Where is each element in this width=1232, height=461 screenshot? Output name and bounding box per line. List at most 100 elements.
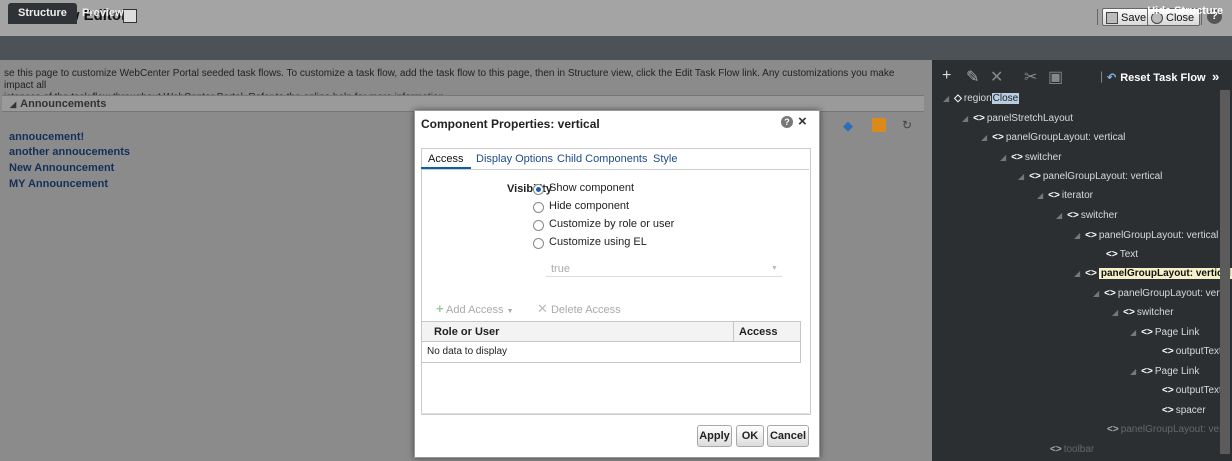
tab-style[interactable]: Style — [653, 153, 677, 165]
announcement-link[interactable]: another annoucements — [9, 146, 130, 158]
expander-icon[interactable]: ◢ — [1130, 328, 1136, 337]
el-expression-field[interactable]: true — [546, 261, 782, 277]
expander-icon[interactable]: ◢ — [1018, 172, 1024, 181]
add-access-label: Add Access — [446, 304, 504, 316]
expander-icon[interactable]: ◢ — [981, 133, 987, 142]
tree-node-label: Page Link — [1154, 366, 1200, 377]
tab-bar — [0, 36, 1232, 60]
expander-icon[interactable]: ◢ — [1130, 367, 1136, 376]
component-icon: <> — [1141, 327, 1153, 338]
help-icon[interactable]: ? — [781, 116, 793, 128]
customize-el-label[interactable]: Customize using EL — [549, 236, 647, 248]
delete-icon[interactable]: ✕ — [990, 67, 1003, 87]
show-component-label[interactable]: Show component — [549, 182, 634, 194]
column-header-access[interactable]: Access — [739, 322, 778, 342]
tree-node[interactable]: <> toolbar — [1050, 444, 1094, 455]
hidden-component-icon: <> — [1050, 444, 1062, 455]
tree-node[interactable]: <> spacer — [1162, 405, 1206, 416]
tree-node[interactable]: ◢ ◇ regionClose — [943, 93, 1020, 104]
announcements-title: Announcements — [20, 98, 107, 110]
chevron-down-icon[interactable]: ▼ — [771, 265, 778, 272]
expand-icon[interactable]: » — [1212, 69, 1219, 84]
expander-icon[interactable]: ◢ — [1093, 289, 1099, 298]
customize-el-radio[interactable] — [533, 238, 544, 249]
show-component-radio[interactable] — [533, 184, 544, 195]
close-icon[interactable]: × — [798, 113, 807, 130]
paste-icon[interactable]: ▣ — [1048, 67, 1063, 87]
tree-node[interactable]: <> Text — [1106, 249, 1138, 260]
expander-icon[interactable]: ◢ — [943, 94, 949, 103]
expander-icon[interactable]: ◢ — [1037, 191, 1043, 200]
tree-node[interactable]: ◢ <> switcher — [1112, 307, 1174, 318]
tree-node-selected[interactable]: ◢ <> panelGroupLayout: vertical — [1074, 268, 1232, 279]
tree-node[interactable]: ◢ <> Page Link — [1130, 366, 1199, 377]
expander-icon[interactable]: ◢ — [1074, 269, 1080, 278]
tab-structure[interactable]: Structure — [8, 3, 77, 24]
expander-icon[interactable]: ◢ — [1112, 308, 1118, 317]
tree-node[interactable]: ◢ <> iterator — [1037, 190, 1093, 201]
tree-node-label: switcher — [1136, 307, 1174, 318]
reset-task-flow-button[interactable]: ↶ Reset Task Flow — [1107, 71, 1206, 84]
hide-component-label[interactable]: Hide component — [549, 200, 629, 212]
component-icon: <> — [1141, 366, 1153, 377]
save-button[interactable]: Save — [1102, 8, 1153, 26]
tree-node-label: outputText — [1175, 385, 1222, 396]
column-header-role[interactable]: Role or User — [434, 322, 499, 342]
announcement-link[interactable]: New Announcement — [9, 162, 114, 174]
undo-icon: ↶ — [1107, 72, 1117, 84]
feed-icon[interactable]: ◆ — [843, 118, 859, 133]
announcement-link[interactable]: MY Announcement — [9, 178, 108, 190]
refresh-icon[interactable]: ↻ — [902, 118, 918, 132]
edit-icon[interactable]: ✎ — [966, 67, 979, 87]
cut-icon[interactable]: ✂ — [1024, 67, 1037, 87]
tree-node[interactable]: <> outputText — [1162, 385, 1222, 396]
tree-node[interactable]: ◢ <> panelGroupLayout: vertical — [981, 132, 1125, 143]
component-icon: <> — [1085, 268, 1097, 279]
announcement-link[interactable]: annoucement! — [9, 131, 84, 143]
hide-component-radio[interactable] — [533, 202, 544, 213]
tree-node[interactable]: ◢ <> switcher — [1056, 210, 1118, 221]
collapse-triangle-icon[interactable]: ◢ — [10, 100, 16, 109]
tree-node-label: Text — [1119, 249, 1139, 260]
component-icon: <> — [1048, 190, 1060, 201]
component-icon: <> — [1162, 405, 1174, 416]
expander-icon[interactable]: ◢ — [1074, 231, 1080, 240]
tab-preview[interactable]: Preview — [72, 3, 134, 24]
tree-node[interactable]: ◢ <> Page Link — [1130, 327, 1199, 338]
component-icon: <> — [1162, 385, 1174, 396]
customize-role-label[interactable]: Customize by role or user — [549, 218, 674, 230]
tab-child-components[interactable]: Child Components — [557, 153, 648, 165]
apply-button[interactable]: Apply — [697, 425, 732, 447]
tab-access[interactable]: Access — [428, 153, 463, 165]
add-access-button[interactable]: + Add Access ▼ — [436, 301, 514, 316]
expander-icon[interactable]: ◢ — [1056, 211, 1062, 220]
ok-button[interactable]: OK — [736, 425, 764, 447]
tree-node[interactable]: <> panelGroupLayout: vert — [1107, 424, 1225, 435]
delete-icon: ✕ — [537, 301, 548, 316]
dialog-title: Component Properties: vertical — [421, 117, 600, 131]
tree-node-label: spacer — [1175, 405, 1206, 416]
tree-node[interactable]: ◢ <> panelStretchLayout — [962, 113, 1073, 124]
tree-node[interactable]: ◢ <> panelGroupLayout: vert — [1093, 288, 1222, 299]
cancel-button[interactable]: Cancel — [767, 425, 809, 447]
close-badge[interactable]: Close — [991, 93, 1020, 104]
tree-node[interactable]: ◢ <> switcher — [1000, 152, 1062, 163]
customize-role-radio[interactable] — [533, 220, 544, 231]
tree-node[interactable]: <> outputText — [1162, 346, 1222, 357]
expander-icon[interactable]: ◢ — [962, 114, 968, 123]
component-icon: <> — [1106, 249, 1118, 260]
access-table-empty-row: No data to display — [421, 342, 801, 363]
expander-icon[interactable]: ◢ — [1000, 153, 1006, 162]
structure-scrollbar[interactable] — [1220, 90, 1230, 454]
delete-access-button[interactable]: ✕ Delete Access — [537, 301, 621, 317]
tab-display-options[interactable]: Display Options — [476, 153, 553, 165]
chevron-down-icon: ▼ — [506, 308, 514, 315]
tree-node[interactable]: ◢ <> panelGroupLayout: vertical — [1074, 230, 1218, 241]
tree-node[interactable]: ◢ <> panelGroupLayout: vertical — [1018, 171, 1162, 182]
save-label: Save — [1121, 12, 1147, 24]
rss-icon[interactable] — [872, 118, 886, 132]
intro-line: se this page to customize WebCenter Port… — [4, 68, 895, 91]
add-icon[interactable]: + — [942, 67, 951, 85]
hide-structure-link[interactable]: Hide Structure — [1147, 5, 1223, 17]
divider — [1097, 9, 1098, 25]
